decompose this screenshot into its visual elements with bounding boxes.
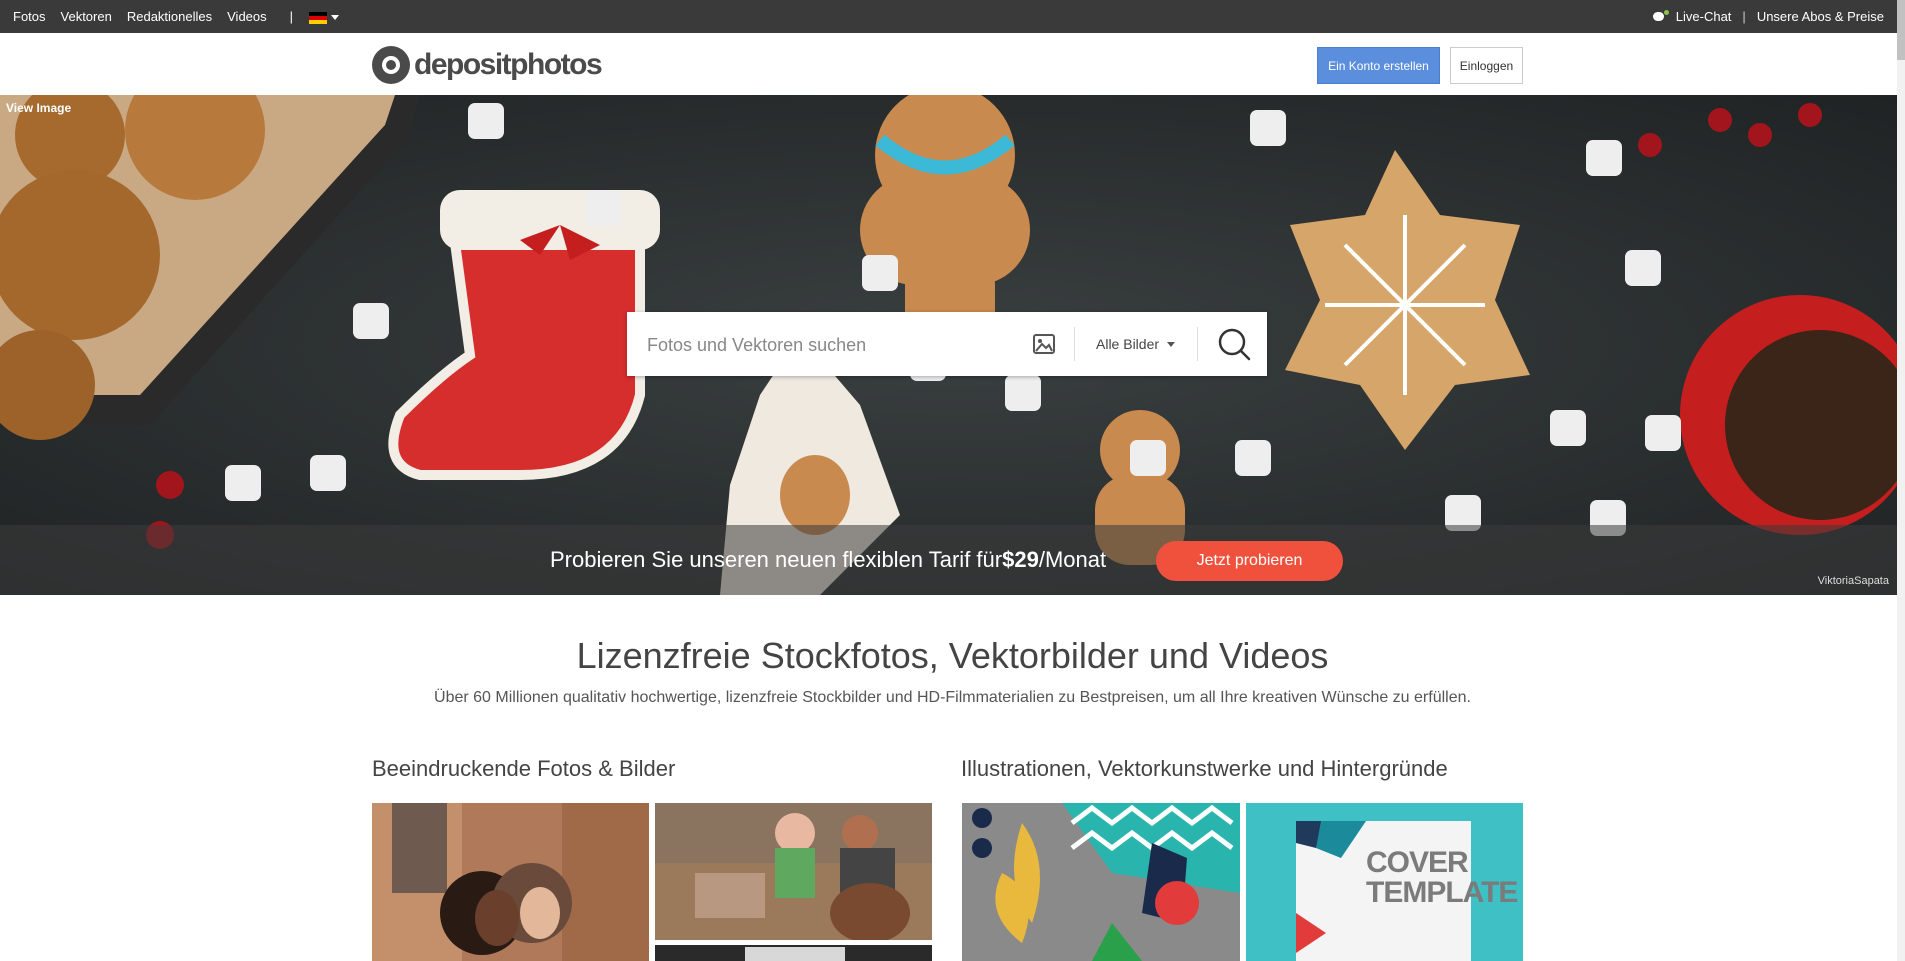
nav-vektoren[interactable]: Vektoren [61, 9, 112, 24]
cover-template-title: COVER TEMPLATE [1366, 846, 1518, 909]
promo-text-before: Probieren Sie unseren neuen flexiblen Ta… [550, 547, 1003, 572]
promo-price: $29 [1002, 547, 1039, 572]
cover-line-1: COVER [1366, 846, 1469, 879]
image-credit[interactable]: ViktoriaSapata [1818, 575, 1889, 587]
page-title: Lizenzfreie Stockfotos, Vektorbilder und… [576, 635, 1329, 676]
camera-logo-icon [372, 46, 410, 84]
hero-banner: View Image Alle Bilder Probieren Sie uns… [0, 95, 1905, 595]
promo-text: Probieren Sie unseren neuen flexiblen Ta… [550, 525, 1106, 595]
search-divider [1074, 327, 1075, 361]
section-title-vectors[interactable]: Illustrationen, Vektorkunstwerke und Hin… [961, 756, 1448, 782]
top-right-links: Live-Chat | Unsere Abos & Preise [1652, 0, 1884, 33]
page-scrollbar[interactable] [1897, 0, 1905, 961]
page-subtitle: Über 60 Millionen qualitativ hochwertige… [434, 689, 1471, 706]
promo-text-after: /Monat [1038, 547, 1107, 572]
nav-separator: | [289, 9, 294, 24]
cover-line-2: TEMPLATE [1366, 876, 1518, 909]
top-divider: | [1742, 9, 1746, 24]
top-nav: Fotos Vektoren Redaktionelles Videos | [13, 0, 340, 33]
create-account-button[interactable]: Ein Konto erstellen [1317, 47, 1440, 84]
search-icon[interactable] [1216, 326, 1252, 362]
logo-text: depositphotos [414, 48, 603, 81]
view-image-link[interactable]: View Image [6, 101, 71, 115]
live-chat-label: Live-Chat [1675, 8, 1732, 24]
vector-thumbnail-cover-template[interactable]: COVER TEMPLATE [1246, 803, 1523, 961]
nav-videos[interactable]: Videos [227, 9, 267, 24]
promo-bar: Probieren Sie unseren neuen flexiblen Ta… [0, 525, 1905, 595]
login-button[interactable]: Einloggen [1450, 47, 1523, 84]
photo-thumbnail-couple[interactable] [372, 803, 649, 961]
nav-fotos[interactable]: Fotos [13, 9, 46, 24]
scrollbar-thumb[interactable] [1897, 0, 1905, 60]
chevron-down-icon [331, 15, 340, 21]
plans-link[interactable]: Unsere Abos & Preise [1757, 9, 1884, 24]
top-utility-bar: Fotos Vektoren Redaktionelles Videos | L… [0, 0, 1905, 33]
search-input[interactable] [645, 326, 1029, 364]
section-title-photos[interactable]: Beeindruckende Fotos & Bilder [372, 756, 675, 782]
chevron-down-icon [1167, 341, 1176, 347]
photo-thumbnail-family[interactable] [655, 803, 932, 940]
search-divider [1197, 327, 1198, 361]
logo[interactable]: depositphotos [372, 46, 603, 84]
site-header: depositphotos Ein Konto erstellen Einlog… [0, 33, 1905, 95]
chat-icon [1652, 10, 1669, 24]
search-box: Alle Bilder [627, 312, 1267, 376]
search-scope-label: Alle Bilder [1096, 336, 1160, 352]
nav-redaktionelles[interactable]: Redaktionelles [127, 9, 212, 24]
german-flag-icon [309, 11, 328, 24]
try-now-button[interactable]: Jetzt probieren [1156, 541, 1343, 581]
vector-thumbnail-pattern[interactable] [962, 803, 1240, 961]
photo-thumbnail-laptop[interactable] [655, 945, 932, 961]
language-selector[interactable] [309, 9, 340, 24]
live-chat-link[interactable]: Live-Chat [1652, 8, 1732, 25]
image-search-icon[interactable] [1033, 334, 1055, 354]
search-scope-dropdown[interactable]: Alle Bilder [1096, 312, 1176, 376]
